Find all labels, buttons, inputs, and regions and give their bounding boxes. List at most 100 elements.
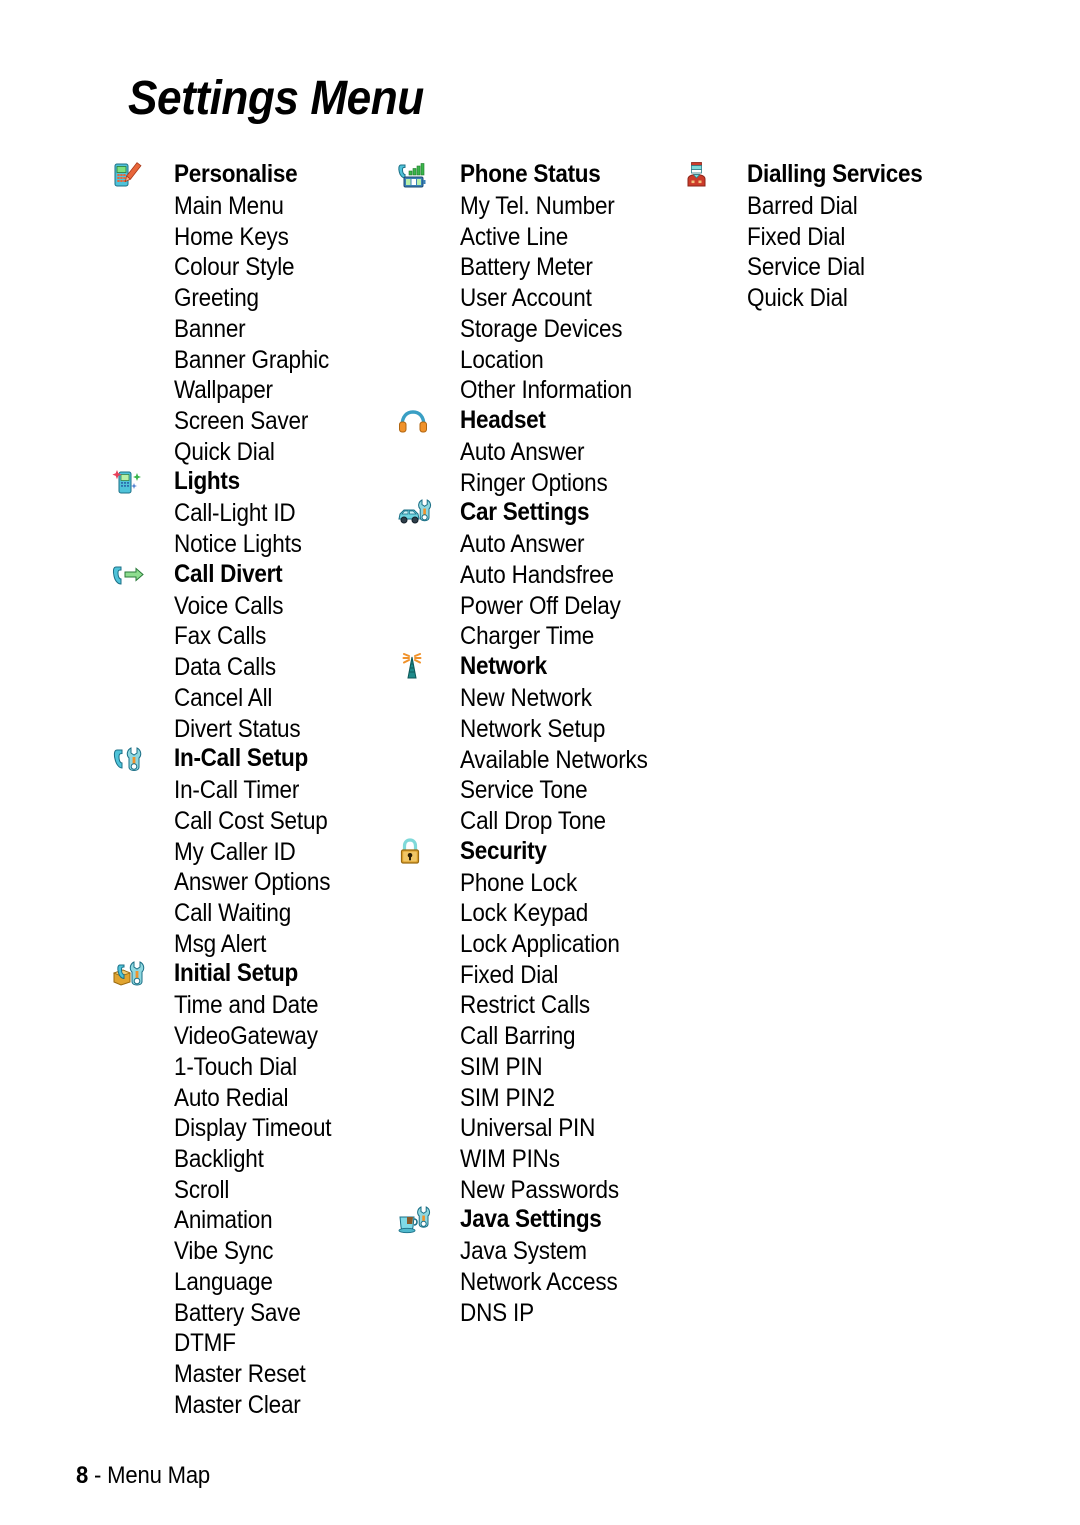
footer-separator: - [88,1462,108,1489]
menu-section-in-call-setup: In-Call Setup In-Call Timer Call Cost Se… [112,744,402,959]
menu-item: Lock Application [460,930,620,959]
menu-item: My Tel. Number [460,192,615,220]
menu-section-java-settings: Java Settings Java System Network Access… [398,1205,688,1328]
menu-item: Home Keys [174,222,289,251]
menu-item: Universal PIN [460,1114,596,1143]
menu-item: Display Timeout [174,1114,332,1143]
section-title: Lights [174,467,240,496]
menu-item: SIM PIN2 [460,1083,555,1112]
menu-item: Auto Answer [460,530,585,559]
section-header: Call Divert [112,560,402,591]
menu-item: In-Call Timer [174,776,300,805]
section-header: Network [398,652,688,683]
menu-item: Data Calls [174,653,276,682]
menu-item: Vibe Sync [174,1237,274,1266]
menu-item: My Caller ID [174,837,296,866]
menu-item: Battery Save [174,1298,301,1327]
menu-item: Barred Dial [747,192,858,220]
menu-item: Voice Calls [174,591,284,620]
menu-item: Location [460,345,544,374]
menu-section-headset: Headset Auto Answer Ringer Options [398,406,688,498]
section-header: Dialling Services [685,160,985,191]
antenna-tower-icon [398,653,434,681]
menu-item: Available Networks [460,745,648,774]
section-header: In-Call Setup [112,744,402,775]
menu-section-phone-status: Phone Status My Tel. Number Active Line … [398,160,688,406]
handset-signal-battery-icon [398,161,434,189]
menu-section-security: Security Phone Lock Lock Keypad Lock App… [398,837,688,1206]
phone-sparkle-icon [112,468,148,496]
menu-item: Greeting [174,284,259,313]
menu-item: Divert Status [174,714,301,743]
section-title: Initial Setup [174,959,299,988]
car-wrench-icon [398,499,434,527]
menu-item: Charger Time [460,622,595,651]
menu-item: 1-Touch Dial [174,1052,297,1081]
menu-item: Answer Options [174,868,331,897]
menu-item: WIM PINs [460,1144,560,1173]
menu-item: VideoGateway [174,1022,318,1051]
menu-item: Auto Redial [174,1083,289,1112]
menu-item: Colour Style [174,253,295,282]
menu-item: Screen Saver [174,406,309,435]
menu-item: Auto Answer [460,437,585,466]
menu-item: Wallpaper [174,376,273,405]
menu-item: Restrict Calls [460,991,591,1020]
menu-item: Call Drop Tone [460,806,606,835]
menu-item: Other Information [460,376,633,405]
menu-item: Phone Lock [460,868,578,897]
menu-item: Auto Handsfree [460,561,614,590]
menu-section-initial-setup: Initial Setup Time and Date VideoGateway… [112,959,402,1420]
handset-wrench-icon [112,745,148,773]
coffee-cup-wrench-icon [398,1206,434,1234]
section-title: Dialling Services [747,160,923,188]
section-title: Java Settings [460,1205,602,1234]
menu-item: Service Dial [747,253,865,282]
menu-item: Main Menu [174,192,284,220]
section-header: Headset [398,406,688,437]
menu-section-lights: Lights Call-Light ID Notice Lights [112,467,402,559]
section-header: Car Settings [398,498,688,529]
box-handset-wrench-icon [112,960,148,988]
section-title: In-Call Setup [174,744,309,773]
menu-item: Storage Devices [460,314,623,343]
padlock-icon [398,838,434,866]
menu-item: Battery Meter [460,253,593,282]
menu-item: Network Setup [460,714,606,743]
menu-item: Banner Graphic [174,345,330,374]
menu-item: Quick Dial [174,437,275,466]
section-title: Phone Status [460,160,601,188]
section-title: Security [460,836,547,865]
menu-item: Fixed Dial [747,222,846,251]
menu-column-1: Personalise Main Menu Home Keys Colour S… [112,160,402,1420]
menu-item: Msg Alert [174,929,267,958]
menu-column-3: Dialling Services Barred Dial Fixed Dial… [685,160,985,314]
menu-item: Java System [460,1237,587,1266]
menu-item: DNS IP [460,1298,534,1327]
section-header: Personalise [112,160,402,191]
menu-item: Call Cost Setup [174,806,328,835]
footer-page-number: 8 [76,1462,89,1489]
menu-item: Call Waiting [174,899,292,928]
menu-item: New Network [460,684,592,713]
section-header: Lights [112,467,402,498]
menu-item: Animation [174,1206,273,1235]
operator-person-icon [685,161,721,189]
page-title: Settings Menu [128,72,424,125]
menu-item: Banner [174,314,246,343]
headphones-icon [398,407,434,435]
menu-item: SIM PIN [460,1052,543,1081]
menu-item: Quick Dial [747,284,848,313]
menu-item: Network Access [460,1268,618,1297]
menu-item: New Passwords [460,1175,619,1204]
section-header: Security [398,837,688,868]
menu-item: Call Barring [460,1022,576,1051]
menu-item: Cancel All [174,683,273,712]
menu-item: Master Clear [174,1390,301,1419]
handset-arrow-icon [112,561,148,589]
section-title: Car Settings [460,498,590,527]
menu-item: Backlight [174,1144,264,1173]
menu-item: Service Tone [460,776,588,805]
manual-page: Settings Menu Personalise Main Menu Home… [0,0,1080,1525]
phone-pencil-icon [112,161,148,189]
